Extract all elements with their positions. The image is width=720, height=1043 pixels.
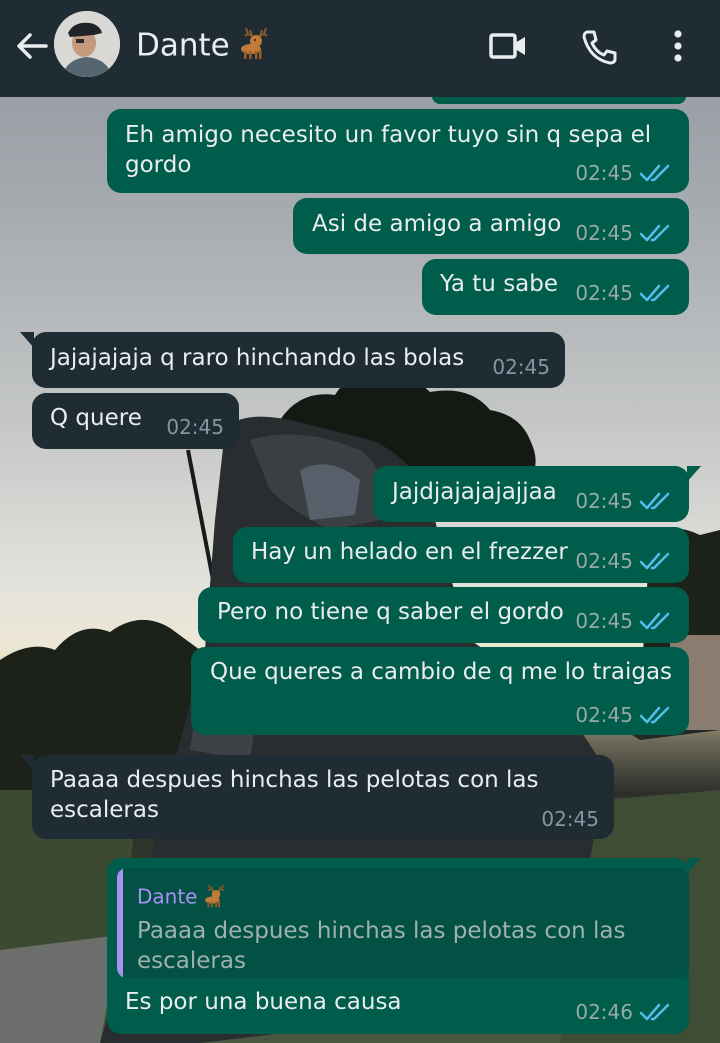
- message-bubble-incoming[interactable]: Paaaa despues hinchas las pelotas con la…: [20, 755, 614, 839]
- bubble-tail: [20, 755, 34, 771]
- read-receipt-icon: [639, 492, 670, 510]
- read-receipt-icon: [639, 612, 670, 630]
- message-timestamp: 02:45: [575, 281, 633, 305]
- quoted-sender-name: Dante: [137, 884, 198, 909]
- message-timestamp: 02:45: [575, 609, 633, 633]
- message-bubble-outgoing[interactable]: Ya tu sabe 02:45: [422, 259, 689, 315]
- video-call-button[interactable]: [486, 26, 530, 66]
- quote-accent-bar: [117, 868, 123, 978]
- quoted-text-line: escaleras: [137, 948, 246, 974]
- read-receipt-icon: [639, 224, 670, 242]
- contact-name: Dante: [136, 27, 230, 64]
- message-bubble-outgoing[interactable]: Eh amigo necesito un favor tuyo sin q se…: [107, 109, 689, 193]
- message-timestamp: 02:45: [575, 489, 633, 513]
- message-text-line: Jajajajaja q raro hinchando las bolas: [50, 345, 465, 371]
- quoted-message[interactable]: Dante Paaaa despues hinchas las pelotas …: [117, 868, 689, 978]
- more-vert-icon: [674, 30, 682, 62]
- deer-emoji-icon: [238, 24, 274, 70]
- message-text-line: Que queres a cambio de q me lo traigas: [210, 659, 673, 685]
- read-receipt-icon: [639, 552, 670, 570]
- read-receipt-icon: [639, 284, 670, 302]
- message-bubble-outgoing[interactable]: Jajdjajajajajjaa 02:45: [373, 466, 701, 522]
- message-timestamp: 02:45: [492, 355, 550, 379]
- bubble-tail: [20, 332, 34, 348]
- message-timestamp: 02:45: [575, 161, 633, 185]
- message-text-line: Jajdjajajajajjaa: [392, 479, 557, 505]
- back-button[interactable]: [12, 26, 52, 66]
- message-timestamp: 02:45: [166, 415, 224, 439]
- quoted-text-line: Paaaa despues hinchas las pelotas con la…: [137, 918, 626, 944]
- message-text-line: Paaaa despues hinchas las pelotas con la…: [50, 767, 539, 793]
- contact-avatar[interactable]: [54, 11, 120, 77]
- video-call-icon: [489, 33, 525, 59]
- message-bubble-outgoing[interactable]: Hay un helado en el frezzer 02:45: [233, 527, 689, 583]
- arrow-back-icon: [17, 33, 48, 59]
- more-options-button[interactable]: [656, 26, 700, 66]
- deer-emoji-icon: [203, 882, 229, 914]
- message-bubble-outgoing[interactable]: Asi de amigo a amigo 02:45: [293, 198, 689, 254]
- message-bubble-outgoing-reply[interactable]: Dante Paaaa despues hinchas las pelotas …: [107, 858, 701, 1034]
- message-bubble-incoming[interactable]: Jajajajaja q raro hinchando las bolas 02…: [20, 332, 565, 388]
- message-text-line: escaleras: [50, 797, 159, 823]
- contact-name-title[interactable]: Dante: [136, 24, 274, 70]
- avatar-photo: [54, 11, 120, 77]
- message-timestamp: 02:45: [575, 549, 633, 573]
- message-text-line: Ya tu sabe: [440, 271, 559, 297]
- message-bubble-incoming[interactable]: Q quere 02:45: [32, 393, 239, 449]
- message-text-line: Eh amigo necesito un favor tuyo sin q se…: [125, 122, 652, 148]
- message-timestamp: 02:46: [575, 1000, 633, 1024]
- message-timestamp: 02:45: [575, 221, 633, 245]
- message-bubble-outgoing[interactable]: Pero no tiene q saber el gordo 02:45: [198, 587, 689, 643]
- read-receipt-icon: [639, 164, 670, 182]
- message-bubble-outgoing[interactable]: Que queres a cambio de q me lo traigas 0…: [191, 647, 689, 735]
- message-text-line: Q quere: [50, 405, 142, 431]
- message-timestamp: 02:45: [575, 703, 633, 727]
- message-text-line: Pero no tiene q saber el gordo: [217, 599, 564, 625]
- bubble-tail: [687, 466, 701, 482]
- bubble-tail: [687, 858, 701, 874]
- quoted-sender: Dante: [137, 882, 229, 914]
- message-text-line: Hay un helado en el frezzer: [251, 539, 568, 565]
- message-timestamp: 02:45: [541, 807, 599, 831]
- chat-header: Dante: [0, 0, 720, 97]
- phone-call-icon: [582, 30, 617, 65]
- read-receipt-icon: [639, 1003, 670, 1021]
- message-text-line: Asi de amigo a amigo: [312, 211, 562, 237]
- voice-call-button[interactable]: [578, 26, 622, 66]
- message-text-line: Es por una buena causa: [125, 989, 402, 1015]
- read-receipt-icon: [639, 706, 670, 724]
- message-text-line: gordo: [125, 152, 192, 178]
